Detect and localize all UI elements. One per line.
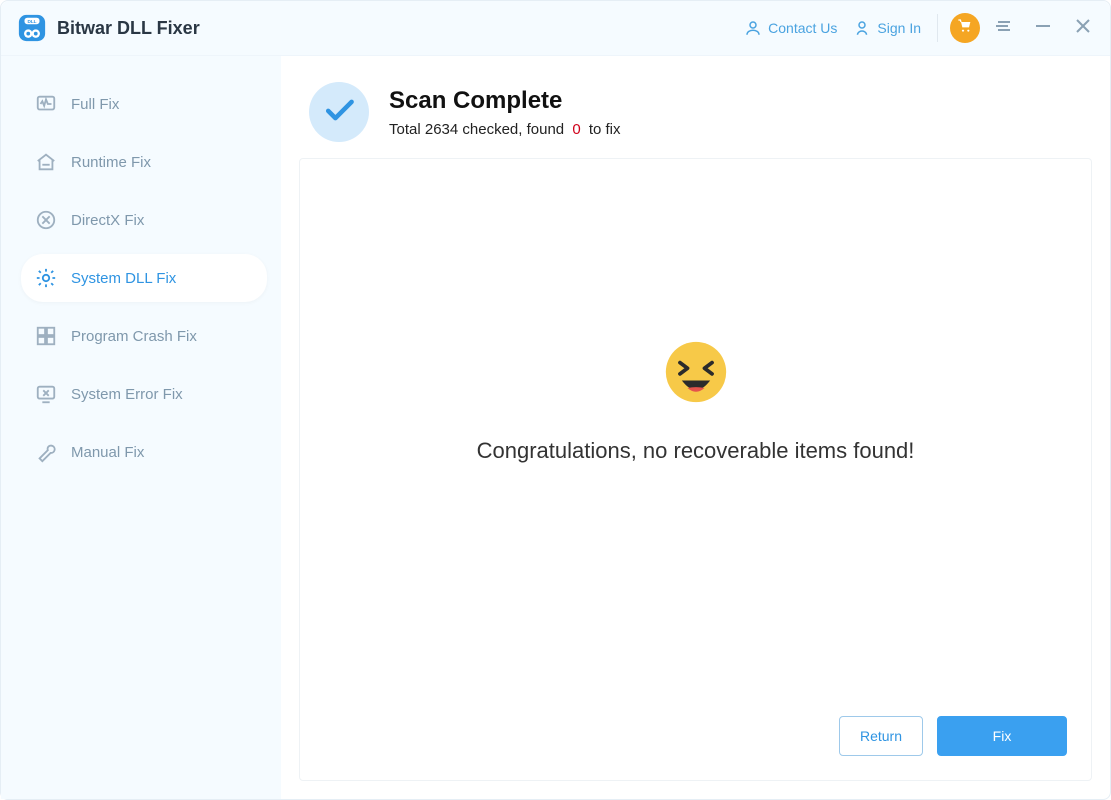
headset-icon xyxy=(744,19,762,37)
sidebar-item-directx-fix[interactable]: DirectX Fix xyxy=(21,196,267,244)
sidebar-item-full-fix[interactable]: Full Fix xyxy=(21,80,267,128)
sign-in-button[interactable]: Sign In xyxy=(845,15,929,41)
monitor-pulse-icon xyxy=(35,93,57,115)
result-sub-suffix: to fix xyxy=(589,121,621,138)
congrats-text: Congratulations, no recoverable items fo… xyxy=(477,438,915,464)
minimize-icon xyxy=(1034,17,1052,40)
contact-us-button[interactable]: Contact Us xyxy=(736,15,845,41)
return-button[interactable]: Return xyxy=(839,716,923,756)
close-icon xyxy=(1074,17,1092,40)
sidebar-item-label: Program Crash Fix xyxy=(71,328,197,345)
body: Full Fix Runtime Fix DirectX Fix System … xyxy=(1,56,1110,799)
sidebar-item-runtime-fix[interactable]: Runtime Fix xyxy=(21,138,267,186)
wrench-icon xyxy=(35,441,57,463)
result-header: Scan Complete Total 2634 checked, found … xyxy=(299,74,1092,158)
menu-button[interactable] xyxy=(994,19,1012,37)
svg-text:DLL: DLL xyxy=(27,19,36,24)
result-panel: Congratulations, no recoverable items fo… xyxy=(299,158,1092,781)
sidebar-item-label: Full Fix xyxy=(71,96,119,113)
sidebar-item-label: System Error Fix xyxy=(71,386,183,403)
smiley-icon xyxy=(663,339,729,410)
app-logo-icon: DLL xyxy=(17,13,47,43)
app-title: Bitwar DLL Fixer xyxy=(57,18,200,39)
brand: DLL Bitwar DLL Fixer xyxy=(17,13,200,43)
fix-label: Fix xyxy=(993,728,1012,744)
result-title: Scan Complete xyxy=(389,87,621,115)
sidebar-item-manual-fix[interactable]: Manual Fix xyxy=(21,428,267,476)
gear-icon xyxy=(35,267,57,289)
app-window: DLL Bitwar DLL Fixer Contact Us Sign In xyxy=(0,0,1111,800)
user-icon xyxy=(853,19,871,37)
sidebar-item-program-crash-fix[interactable]: Program Crash Fix xyxy=(21,312,267,360)
fix-button[interactable]: Fix xyxy=(937,716,1067,756)
sidebar-item-system-dll-fix[interactable]: System DLL Fix xyxy=(21,254,267,302)
result-subtext: Total 2634 checked, found 0 to fix xyxy=(389,121,621,138)
menu-icon xyxy=(994,17,1012,40)
cart-button[interactable] xyxy=(950,13,980,43)
sidebar-item-label: Runtime Fix xyxy=(71,154,151,171)
sign-in-label: Sign In xyxy=(877,20,921,36)
sidebar-item-label: DirectX Fix xyxy=(71,212,144,229)
cart-icon xyxy=(957,18,973,39)
check-icon xyxy=(321,92,357,133)
result-sub-prefix: Total 2634 checked, found xyxy=(389,121,564,138)
result-found-count: 0 xyxy=(572,121,580,138)
sidebar-item-label: Manual Fix xyxy=(71,444,144,461)
sidebar-item-system-error-fix[interactable]: System Error Fix xyxy=(21,370,267,418)
contact-us-label: Contact Us xyxy=(768,20,837,36)
check-badge xyxy=(309,82,369,142)
titlebar: DLL Bitwar DLL Fixer Contact Us Sign In xyxy=(1,1,1110,56)
circle-x-icon xyxy=(35,209,57,231)
close-button[interactable] xyxy=(1074,19,1092,37)
grid-icon xyxy=(35,325,57,347)
return-label: Return xyxy=(860,728,902,744)
sidebar-item-label: System DLL Fix xyxy=(71,270,176,287)
main-content: Scan Complete Total 2634 checked, found … xyxy=(281,56,1110,799)
divider xyxy=(937,14,938,42)
sidebar: Full Fix Runtime Fix DirectX Fix System … xyxy=(1,56,281,799)
minimize-button[interactable] xyxy=(1034,19,1052,37)
monitor-x-icon xyxy=(35,383,57,405)
house-icon xyxy=(35,151,57,173)
